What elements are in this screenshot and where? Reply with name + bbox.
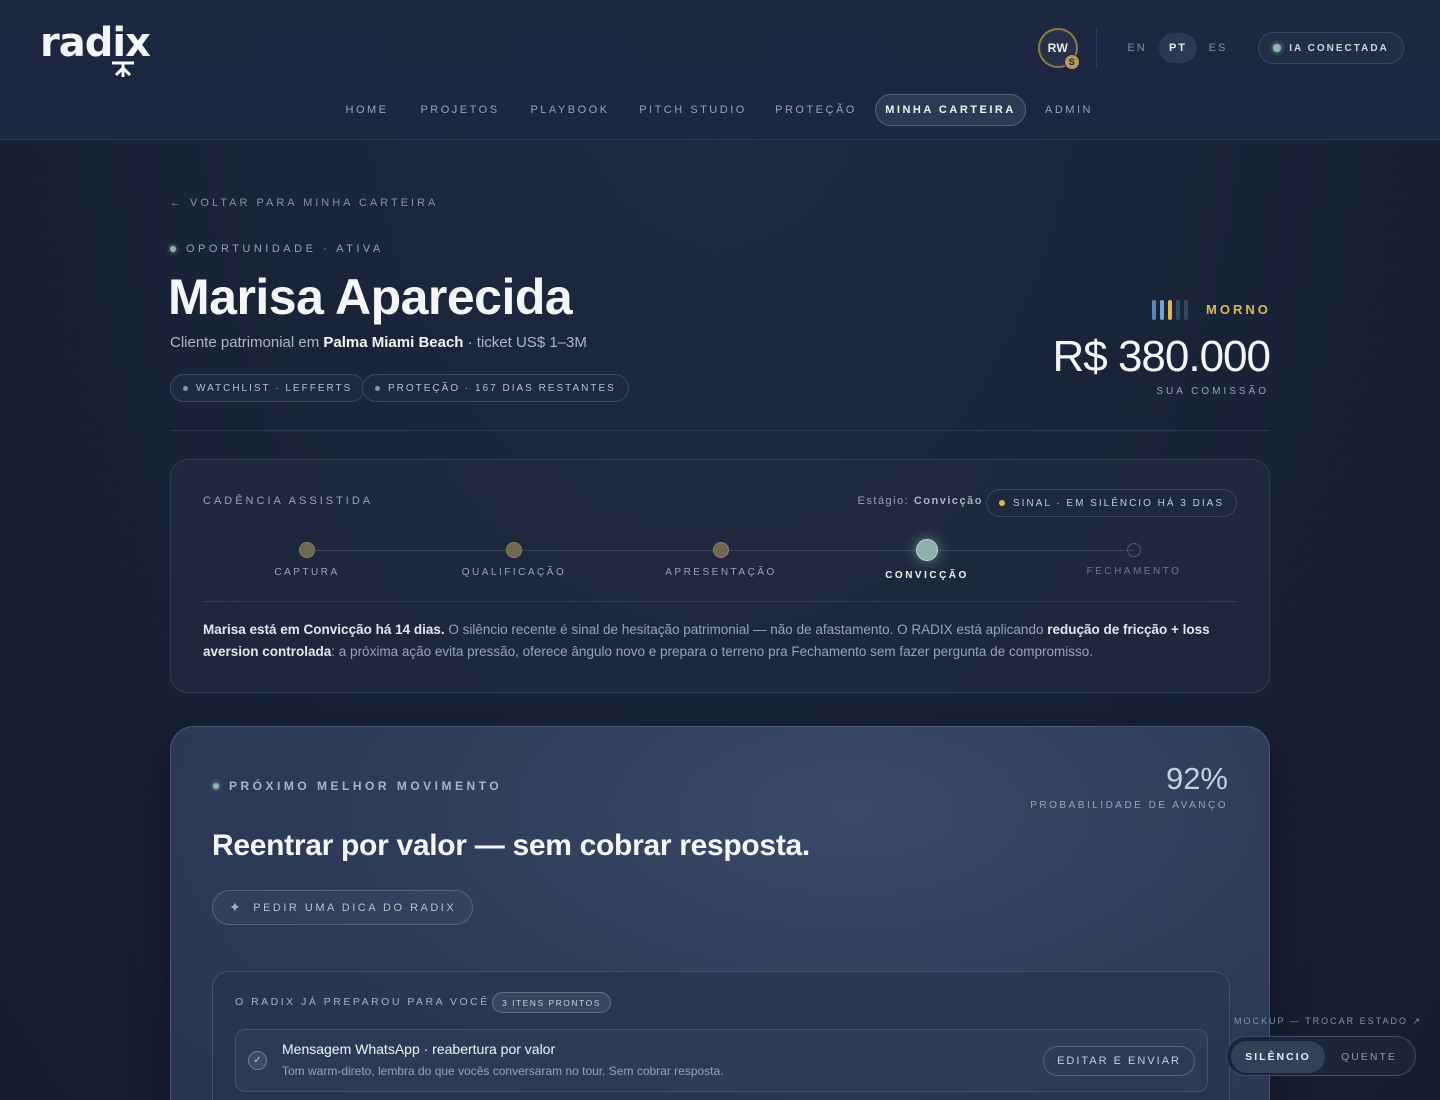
commission-label: SUA COMISSÃO	[1156, 386, 1269, 397]
prepared-item-title: Mensagem WhatsApp · reabertura por valor	[282, 1041, 556, 1057]
avatar-badge: S	[1064, 54, 1080, 70]
tag-watchlist-label: WATCHLIST · LEFFERTS	[196, 382, 353, 394]
header-divider	[1096, 28, 1097, 68]
tag-protection-label: PROTEÇÃO · 167 DIAS RESTANTES	[388, 382, 616, 394]
opportunity-status: OPORTUNIDADE · ATIVA	[170, 243, 384, 255]
cadence-text-bold-1: Marisa está em Convicção há 14 dias.	[203, 622, 445, 637]
ask-radix-tip-label: PEDIR UMA DICA DO RADIX	[253, 901, 457, 914]
stage-prefix: Estágio:	[857, 495, 914, 507]
opportunity-status-label: OPORTUNIDADE · ATIVA	[186, 243, 384, 255]
lang-es-button[interactable]: ES	[1201, 33, 1235, 63]
temperature-bar	[1160, 300, 1164, 320]
cadence-divider	[203, 601, 1237, 602]
current-stage-label: Estágio: Convicção	[858, 495, 983, 507]
step-label: QUALIFICAÇÃO	[461, 567, 567, 578]
ask-radix-tip-button[interactable]: ✦ PEDIR UMA DICA DO RADIX	[212, 890, 474, 925]
step-node-icon	[299, 542, 315, 558]
subtitle-location: Palma Miami Beach	[323, 334, 464, 351]
step-fechamento[interactable]: FECHAMENTO	[1034, 540, 1234, 577]
step-label: CONVICÇÃO	[885, 570, 969, 581]
tag-dot-icon	[183, 385, 188, 391]
edit-and-send-button[interactable]: EDITAR E ENVIAR	[1043, 1046, 1195, 1076]
cadence-title: CADÊNCIA ASSISTIDA	[203, 495, 374, 507]
nav-pitch-studio[interactable]: PITCH STUDIO	[636, 94, 750, 126]
prepared-item-description: Tom warm-direto, lembra do que vocês con…	[282, 1064, 724, 1078]
advance-probability-value: 92%	[1165, 761, 1228, 796]
tag-watchlist[interactable]: WATCHLIST · LEFFERTS	[170, 374, 366, 402]
nav-playbook[interactable]: PLAYBOOK	[524, 94, 616, 126]
step-label: FECHAMENTO	[1086, 566, 1182, 577]
step-apresentacao[interactable]: APRESENTAÇÃO	[621, 540, 821, 578]
temperature-bar	[1168, 300, 1172, 320]
prepared-count-badge: 3 ITENS PRONTOS	[492, 992, 611, 1013]
avatar-initials: RW	[1047, 41, 1069, 55]
subtitle-prefix: Cliente patrimonial em	[170, 334, 324, 351]
main-nav: HOME PROJETOS PLAYBOOK PITCH STUDIO PROT…	[0, 94, 1440, 126]
nav-home[interactable]: HOME	[338, 94, 396, 126]
status-dot-icon	[170, 246, 176, 252]
commission-value: R$ 380.000	[1052, 332, 1271, 381]
client-name: Marisa Aparecida	[168, 269, 573, 325]
mockup-state-toggle: SILÊNCIO QUENTE	[1226, 1036, 1416, 1076]
temperature-label: MORNO	[1206, 302, 1271, 317]
ai-status-dot-icon	[1273, 44, 1282, 52]
step-node-icon	[506, 542, 522, 558]
back-to-portfolio-link[interactable]: ← VOLTAR PARA MINHA CARTEIRA	[170, 197, 438, 209]
advance-probability-label: PROBABILIDADE DE AVANÇO	[1030, 800, 1228, 811]
radix-logo[interactable]: radix	[40, 20, 155, 80]
step-node-icon	[713, 542, 729, 558]
signal-badge: SINAL · EM SILÊNCIO HÁ 3 DIAS	[985, 489, 1237, 517]
step-label: APRESENTAÇÃO	[665, 567, 777, 578]
prepared-title: O RADIX JÁ PREPAROU PARA VOCÊ	[235, 996, 490, 1008]
prepared-items-panel: O RADIX JÁ PREPAROU PARA VOCÊ 3 ITENS PR…	[212, 971, 1230, 1100]
step-captura[interactable]: CAPTURA	[207, 540, 407, 578]
tag-dot-icon	[375, 385, 380, 391]
signal-dot-icon	[998, 500, 1005, 506]
temperature-bar	[1176, 300, 1180, 320]
lang-en-button[interactable]: EN	[1120, 33, 1154, 63]
user-avatar[interactable]: RW S	[1038, 28, 1080, 70]
next-move-eyebrow-label: PRÓXIMO MELHOR MOVIMENTO	[229, 779, 503, 793]
state-silence-option[interactable]: SILÊNCIO	[1231, 1041, 1325, 1073]
section-divider	[170, 430, 1270, 431]
next-move-eyebrow: PRÓXIMO MELHOR MOVIMENTO	[213, 779, 502, 793]
temperature-bar	[1152, 300, 1156, 320]
cadence-explanation: Marisa está em Convicção há 14 dias. O s…	[203, 619, 1237, 663]
step-node-future-icon	[1127, 543, 1141, 557]
step-qualificacao[interactable]: QUALIFICAÇÃO	[414, 540, 614, 578]
ai-status-pill[interactable]: IA CONECTADA	[1258, 32, 1404, 64]
check-icon[interactable]: ✓	[248, 1051, 267, 1070]
top-header: radix RW S EN PT ES IA CONECTADA HOME PR…	[0, 0, 1440, 140]
sparkle-icon: ✦	[229, 899, 244, 915]
nav-admin[interactable]: ADMIN	[1038, 94, 1100, 126]
lang-pt-button[interactable]: PT	[1159, 33, 1197, 63]
client-subtitle: Cliente patrimonial em Palma Miami Beach…	[170, 334, 587, 351]
ai-status-label: IA CONECTADA	[1289, 42, 1389, 54]
temperature-bar	[1184, 300, 1188, 320]
prepared-item[interactable]: ✓ Mensagem WhatsApp · reabertura por val…	[235, 1029, 1208, 1092]
subtitle-suffix: · ticket US$ 1–3M	[463, 334, 587, 351]
step-node-current-icon	[916, 539, 938, 561]
pulse-dot-icon	[213, 783, 219, 789]
step-label: CAPTURA	[274, 567, 340, 578]
logo-mark-icon	[112, 61, 134, 77]
nav-projetos[interactable]: PROJETOS	[416, 94, 504, 126]
mockup-switch-label[interactable]: MOCKUP — TROCAR ESTADO ↗	[1234, 1016, 1422, 1027]
next-move-title: Reentrar por valor — sem cobrar resposta…	[212, 829, 810, 862]
assisted-cadence-card: CADÊNCIA ASSISTIDA Estágio: Convicção SI…	[170, 459, 1270, 693]
state-hot-option[interactable]: QUENTE	[1327, 1041, 1411, 1073]
next-best-move-card: PRÓXIMO MELHOR MOVIMENTO 92% PROBABILIDA…	[170, 726, 1270, 1100]
cadence-text-2: : a próxima ação evita pressão, oferece …	[331, 644, 1093, 659]
stage-value: Convicção	[913, 495, 983, 507]
temperature-meter-icon	[1152, 300, 1188, 320]
cadence-text-1: O silêncio recente é sinal de hesitação …	[444, 622, 1048, 637]
tag-protection[interactable]: PROTEÇÃO · 167 DIAS RESTANTES	[362, 374, 629, 402]
step-conviccao[interactable]: CONVICÇÃO	[827, 539, 1027, 581]
nav-minha-carteira[interactable]: MINHA CARTEIRA	[875, 94, 1026, 126]
signal-label: SINAL · EM SILÊNCIO HÁ 3 DIAS	[1012, 497, 1224, 509]
nav-protecao[interactable]: PROTEÇÃO	[770, 94, 862, 126]
